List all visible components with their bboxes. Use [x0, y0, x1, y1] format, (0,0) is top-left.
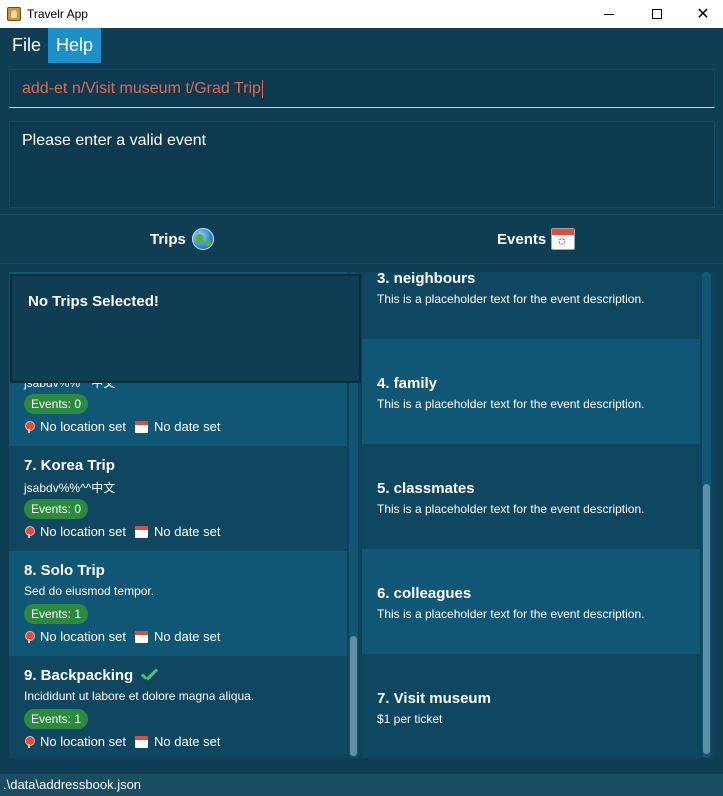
trips-header-label: Trips — [150, 230, 186, 248]
app-icon — [7, 7, 21, 21]
event-card[interactable]: 6. colleagues This is a placeholder text… — [362, 549, 700, 654]
event-description: $1 per ticket — [377, 712, 443, 726]
event-card[interactable]: 5. classmates This is a placeholder text… — [362, 444, 700, 549]
window-titlebar: Travelr App ✕ — [0, 0, 723, 28]
maximize-button[interactable] — [634, 0, 680, 28]
trip-description: Sed do eiusmod tempor. — [24, 584, 155, 598]
trip-title: 9. Backpacking — [24, 667, 159, 684]
location-pin-icon — [24, 630, 35, 643]
trip-title: 7. Korea Trip — [24, 457, 115, 474]
trip-meta: No location set No date set — [24, 524, 221, 539]
trip-card[interactable]: 8. Solo Trip Sed do eiusmod tempor. Even… — [9, 551, 347, 656]
menu-bar: File Help — [0, 28, 723, 63]
panel-headers: Trips Events ✩ — [0, 214, 723, 264]
events-count-badge: Events: 0 — [24, 394, 89, 414]
result-display[interactable]: Please enter a valid event — [9, 121, 715, 208]
maximize-icon — [652, 9, 662, 19]
event-card[interactable]: 3. neighbours This is a placeholder text… — [362, 272, 700, 339]
event-title: 5. classmates — [377, 480, 475, 497]
status-bar: .\data\addressbook.json — [0, 774, 723, 796]
trip-location: No location set — [40, 734, 126, 749]
command-value: add-et n/Visit museum t/Grad Trip — [22, 80, 261, 98]
command-input-text: add-et n/Visit museum t/Grad Trip — [22, 80, 263, 98]
trips-scrollbar-thumb[interactable] — [350, 636, 357, 756]
events-count-badge: Events: 1 — [24, 709, 89, 729]
trip-date: No date set — [154, 419, 221, 434]
command-input[interactable]: add-et n/Visit museum t/Grad Trip — [9, 69, 715, 108]
event-card[interactable]: 4. family This is a placeholder text for… — [362, 339, 700, 444]
trip-description: Incididunt ut labore et dolore magna ali… — [24, 689, 255, 703]
events-header-label: Events — [497, 230, 547, 248]
save-file-path: .\data\addressbook.json — [3, 777, 142, 792]
location-pin-icon — [24, 420, 35, 433]
events-count-badge: Events: 1 — [24, 604, 89, 624]
location-pin-icon — [24, 525, 35, 538]
calendar-icon — [135, 630, 148, 643]
calendar-icon — [135, 735, 148, 748]
trip-location: No location set — [40, 524, 126, 539]
calendar-icon — [135, 420, 148, 433]
event-description: This is a placeholder text for the event… — [377, 607, 645, 621]
globe-icon — [191, 228, 214, 250]
events-scrollbar-thumb[interactable] — [703, 484, 710, 754]
trips-header: Trips — [150, 215, 214, 263]
trip-date: No date set — [154, 629, 221, 644]
trip-location: No location set — [40, 629, 126, 644]
minimize-button[interactable] — [586, 0, 632, 28]
trip-meta: No location set No date set — [24, 734, 221, 749]
event-description: This is a placeholder text for the event… — [377, 397, 645, 411]
calendar-icon — [135, 525, 148, 538]
close-button[interactable]: ✕ — [680, 0, 723, 28]
popup-message: No Trips Selected! — [28, 293, 159, 310]
calendar-icon: ✩ — [551, 228, 576, 250]
event-title: 6. colleagues — [377, 585, 472, 602]
trip-meta: No location set No date set — [24, 629, 221, 644]
trip-location: No location set — [40, 419, 126, 434]
trip-description: jsabdv%%^^中文 — [24, 481, 116, 495]
events-list[interactable]: 3. neighbours This is a placeholder text… — [362, 272, 715, 758]
menu-file[interactable]: File — [0, 28, 48, 63]
event-card[interactable]: 7. Visit museum $1 per ticket — [362, 654, 700, 758]
event-title: 4. family — [377, 375, 438, 392]
event-title: 7. Visit museum — [377, 690, 491, 707]
trip-date: No date set — [154, 734, 221, 749]
event-description: This is a placeholder text for the event… — [377, 502, 645, 516]
events-count-badge: Events: 0 — [24, 499, 89, 519]
result-message: Please enter a valid event — [22, 132, 207, 149]
text-caret — [261, 80, 263, 98]
events-header: Events ✩ — [497, 215, 576, 263]
trip-title: 8. Solo Trip — [24, 562, 105, 579]
event-description: This is a placeholder text for the event… — [377, 292, 645, 306]
trip-meta: No location set No date set — [24, 419, 221, 434]
events-scrollbar[interactable] — [702, 272, 711, 758]
minimize-icon — [604, 13, 614, 15]
close-icon: ✕ — [696, 4, 710, 23]
location-pin-icon — [24, 735, 35, 748]
trip-card[interactable]: 7. Korea Trip jsabdv%%^^中文 Events: 0 No … — [9, 446, 347, 551]
checkmark-icon — [139, 669, 159, 684]
trip-card[interactable]: 9. Backpacking Incididunt ut labore et d… — [9, 656, 347, 758]
window-title: Travelr App — [27, 7, 88, 21]
event-title: 3. neighbours — [377, 272, 476, 287]
trip-date: No date set — [154, 524, 221, 539]
trip-title-text: 9. Backpacking — [24, 667, 134, 684]
no-trip-popup: No Trips Selected! — [10, 274, 361, 383]
menu-help[interactable]: Help — [48, 28, 102, 63]
